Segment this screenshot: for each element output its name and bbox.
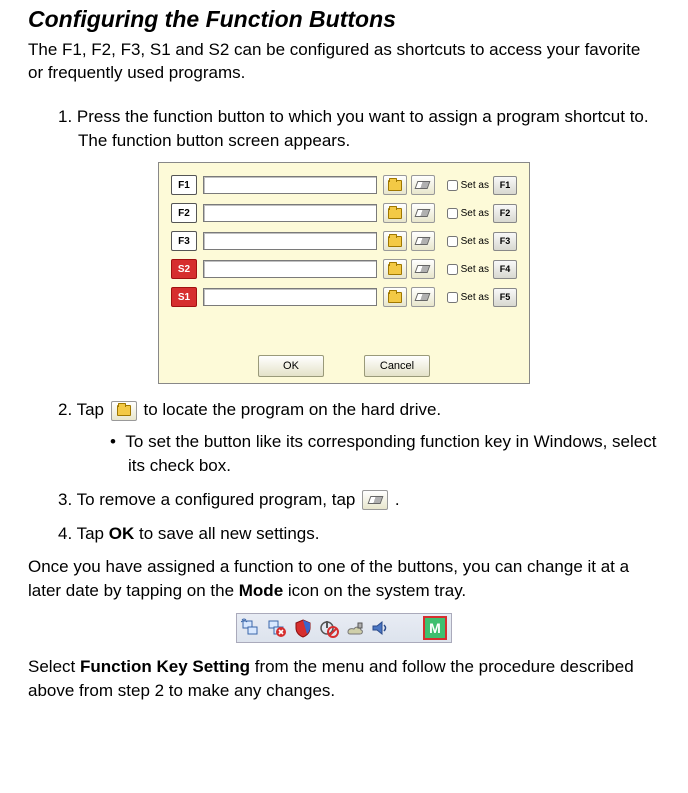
browse-button[interactable] — [383, 287, 407, 307]
dialog-buttons: OK Cancel — [159, 355, 529, 377]
program-path-input[interactable] — [203, 260, 377, 278]
row-key-badge: F3 — [171, 231, 197, 251]
step-2-post: to locate the program on the hard drive. — [143, 400, 441, 419]
folder-icon — [388, 292, 402, 303]
set-as-checkbox[interactable] — [447, 208, 458, 219]
outro-1-post: icon on the system tray. — [288, 581, 466, 600]
eraser-icon — [367, 496, 383, 504]
step-3: 3. To remove a configured program, tap . — [58, 488, 660, 512]
clear-button[interactable] — [411, 287, 435, 307]
page-title: Configuring the Function Buttons — [28, 6, 660, 33]
network-icon — [241, 618, 261, 638]
outro-2-bold: Function Key Setting — [80, 657, 250, 676]
set-as-checkbox[interactable] — [447, 180, 458, 191]
eraser-icon — [415, 181, 431, 189]
program-path-input[interactable] — [203, 176, 377, 194]
eraser-icon — [415, 237, 431, 245]
step-2-bullet-text: To set the button like its corresponding… — [125, 432, 656, 475]
folder-icon-inline — [111, 401, 137, 421]
row-key-badge: F1 — [171, 175, 197, 195]
folder-icon — [117, 405, 131, 416]
step-3-post: . — [395, 490, 400, 509]
volume-icon — [371, 618, 391, 638]
folder-icon — [388, 208, 402, 219]
outro-1-mode: Mode — [239, 581, 283, 600]
step-2-bullet: • To set the button like its correspondi… — [110, 430, 660, 478]
step-4-post: to save all new settings. — [139, 524, 319, 543]
folder-icon — [388, 180, 402, 191]
row-key-badge: F2 — [171, 203, 197, 223]
set-as-label: Set as — [461, 292, 489, 303]
set-as-checkbox[interactable] — [447, 236, 458, 247]
keyboard-key-badge: F3 — [493, 232, 517, 251]
clear-button[interactable] — [411, 231, 435, 251]
step-4-pre: 4. Tap — [58, 524, 109, 543]
step-2: 2. Tap to locate the program on the hard… — [58, 398, 660, 477]
function-row: S2 Set as F4 — [171, 257, 517, 281]
network-disconnected-icon — [267, 618, 287, 638]
set-as-label: Set as — [461, 236, 489, 247]
folder-icon — [388, 264, 402, 275]
set-as-group: Set as F2 — [447, 204, 517, 223]
keyboard-key-badge: F1 — [493, 176, 517, 195]
program-path-input[interactable] — [203, 288, 377, 306]
eraser-icon — [415, 209, 431, 217]
function-row: S1 Set as F5 — [171, 285, 517, 309]
set-as-group: Set as F3 — [447, 232, 517, 251]
set-as-checkbox[interactable] — [447, 292, 458, 303]
step-3-pre: 3. To remove a configured program, tap — [58, 490, 360, 509]
function-row: F1 Set as F1 — [171, 173, 517, 197]
system-tray: M — [236, 613, 452, 643]
step-2-pre: 2. Tap — [58, 400, 109, 419]
clear-button[interactable] — [411, 259, 435, 279]
outro-2: Select Function Key Setting from the men… — [28, 655, 660, 703]
program-path-input[interactable] — [203, 232, 377, 250]
eraser-icon — [415, 293, 431, 301]
eraser-icon-inline — [362, 490, 388, 510]
row-key-badge: S2 — [171, 259, 197, 279]
keyboard-key-badge: F2 — [493, 204, 517, 223]
clear-button[interactable] — [411, 203, 435, 223]
set-as-label: Set as — [461, 180, 489, 191]
set-as-group: Set as F4 — [447, 260, 517, 279]
function-row: F2 Set as F2 — [171, 201, 517, 225]
mode-icon[interactable]: M — [423, 616, 447, 640]
power-denied-icon — [319, 618, 339, 638]
step-4: 4. Tap OK to save all new settings. — [58, 522, 660, 546]
set-as-label: Set as — [461, 264, 489, 275]
outro-2-pre: Select — [28, 657, 80, 676]
browse-button[interactable] — [383, 175, 407, 195]
set-as-checkbox[interactable] — [447, 264, 458, 275]
outro-1: Once you have assigned a function to one… — [28, 555, 660, 603]
intro-text: The F1, F2, F3, S1 and S2 can be configu… — [28, 39, 660, 85]
shield-icon — [293, 618, 313, 638]
keyboard-key-badge: F4 — [493, 260, 517, 279]
usb-icon — [345, 618, 365, 638]
eraser-icon — [415, 265, 431, 273]
program-path-input[interactable] — [203, 204, 377, 222]
step-4-ok: OK — [109, 524, 135, 543]
function-row: F3 Set as F3 — [171, 229, 517, 253]
cancel-button[interactable]: Cancel — [364, 355, 430, 377]
function-button-screen: F1 Set as F1 F2 Set as F2 — [158, 162, 530, 384]
set-as-group: Set as F1 — [447, 176, 517, 195]
function-rows: F1 Set as F1 F2 Set as F2 — [159, 163, 529, 309]
folder-icon — [388, 236, 402, 247]
browse-button[interactable] — [383, 231, 407, 251]
row-key-badge: S1 — [171, 287, 197, 307]
keyboard-key-badge: F5 — [493, 288, 517, 307]
step-1: 1. Press the function button to which yo… — [58, 105, 660, 153]
browse-button[interactable] — [383, 259, 407, 279]
browse-button[interactable] — [383, 203, 407, 223]
ok-button[interactable]: OK — [258, 355, 324, 377]
set-as-label: Set as — [461, 208, 489, 219]
set-as-group: Set as F5 — [447, 288, 517, 307]
clear-button[interactable] — [411, 175, 435, 195]
